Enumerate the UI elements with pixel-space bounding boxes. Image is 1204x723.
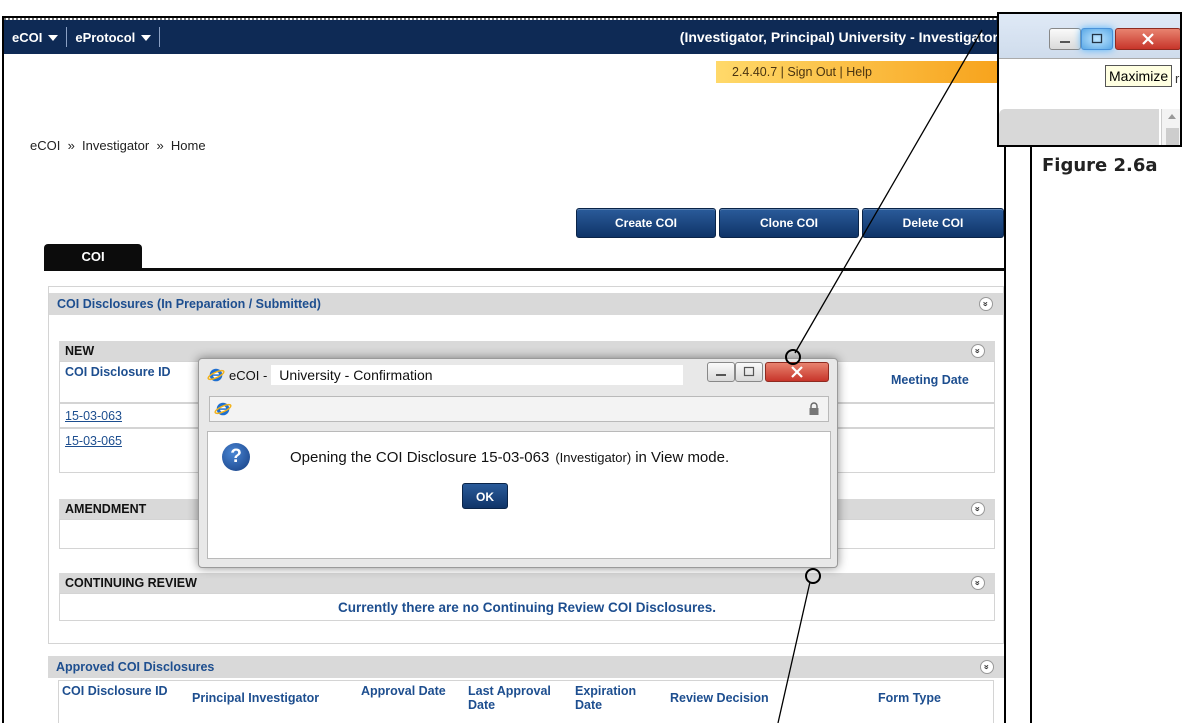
col-header-approval-date: Approval Date [361,684,446,698]
browser-screenshot: eCOI eProtocol (Investigator, Principal)… [2,16,1032,723]
col-header-form-type: Form Type [878,691,941,705]
breadcrumb: eCOI » Investigator » Home [30,138,206,153]
close-icon [791,366,803,378]
dialog-message-pre: Opening the COI Disclosure 15-03-063 [290,449,550,466]
dialog-address-bar [209,396,829,422]
top-nav-bar: eCOI eProtocol (Investigator, Principal)… [4,20,1004,54]
ie-browser-icon [207,368,225,382]
delete-coi-button[interactable]: Delete COI [862,208,1004,238]
caret-down-icon [141,35,152,41]
close-icon [1142,33,1154,45]
dialog-message-post: in View mode. [635,449,730,466]
minimize-button[interactable] [1049,28,1081,50]
scrollbar-thumb[interactable] [1165,128,1179,145]
expand-icon[interactable]: » [971,576,985,590]
menu-eprotocol-label: eProtocol [75,29,136,45]
dialog-message: Opening the COI Disclosure 15-03-063 (Inv… [290,449,729,466]
close-button[interactable] [765,362,829,382]
minimize-button[interactable] [707,362,735,382]
version-bar: 2.4.40.7 | Sign Out | Help [716,61,1004,83]
help-link[interactable]: Help [846,65,872,79]
expand-icon[interactable]: » [971,344,985,358]
question-icon: ? [222,443,250,471]
sign-out-link[interactable]: Sign Out [787,65,836,79]
close-button[interactable] [1115,28,1180,50]
prep-section-header[interactable]: COI Disclosures (In Preparation / Submit… [49,293,1003,315]
empty-continuing-message: Currently there are no Continuing Review… [337,600,717,615]
col-header-meeting-date: Meeting Date [891,373,969,387]
caret-down-icon [48,35,59,41]
col-header-last-approval-date: Last Approval Date [468,684,551,712]
dialog-title-bar: eCOI - University - Confirmation [207,365,697,385]
dialog-body: ? Opening the COI Disclosure 15-03-063 (I… [207,431,831,559]
continuing-subsection-title: CONTINUING REVIEW [65,576,197,590]
inset-panel [999,109,1159,145]
expand-icon[interactable]: » [979,297,993,311]
prep-section-title: COI Disclosures (In Preparation / Submit… [57,297,321,311]
version-number: 2.4.40.7 [732,65,778,79]
minimize-icon [1060,41,1070,43]
col-header-review-decision: Review Decision [670,691,769,705]
user-role-label: (Investigator, Principal) University - I… [679,29,998,45]
clone-coi-button[interactable]: Clone COI [719,208,859,238]
separator: | [836,65,847,79]
scroll-up-icon [1168,114,1176,119]
minimize-icon [716,374,726,376]
ok-button[interactable]: OK [462,483,508,509]
ie-browser-icon [214,402,232,416]
new-subsection-title: NEW [65,344,95,358]
tab-underline [44,268,1004,271]
disclosure-link[interactable]: 15-03-065 [65,434,122,448]
approved-section-title: Approved COI Disclosures [56,660,215,674]
maximize-icon [743,366,755,377]
figure-label: Figure 2.6a [1042,155,1158,176]
expand-icon[interactable]: » [971,502,985,516]
dialog-app-name: eCOI - [229,367,268,383]
lock-icon [809,402,819,415]
menu-eprotocol[interactable]: eProtocol [67,27,161,47]
maximize-tooltip: Maximize [1105,65,1173,87]
maximize-button[interactable] [1081,28,1113,50]
scrollbar[interactable] [1161,109,1180,145]
col-header-coi-id: COI Disclosure ID [65,365,171,379]
col-header-expiration-date: Expiration Date [575,684,637,712]
confirmation-dialog: eCOI - University - Confirmation ? Openi… [198,358,838,568]
maximize-inset: r: Maximize [997,12,1182,147]
create-coi-button[interactable]: Create COI [576,208,716,238]
col-header-principal-investigator: Principal Investigator [192,691,320,705]
col-header-coi-id: COI Disclosure ID [62,684,168,698]
inset-edge-text: r: [1175,71,1180,86]
maximize-icon [1091,33,1103,44]
separator: | [777,65,788,79]
disclosure-link[interactable]: 15-03-063 [65,409,122,423]
dialog-title: University - Confirmation [271,365,684,385]
expand-icon[interactable]: » [980,660,994,674]
amendment-subsection-title: AMENDMENT [65,502,147,516]
menu-ecoi[interactable]: eCOI [4,27,68,47]
approved-section-header[interactable]: Approved COI Disclosures » [48,656,1004,678]
menu-ecoi-label: eCOI [12,29,43,45]
dialog-message-role: (Investigator) [555,450,632,465]
continuing-subsection-header[interactable]: CONTINUING REVIEW » [59,573,995,593]
inset-title-bar [999,14,1180,58]
maximize-button[interactable] [735,362,763,382]
tab-coi[interactable]: COI [44,244,142,269]
